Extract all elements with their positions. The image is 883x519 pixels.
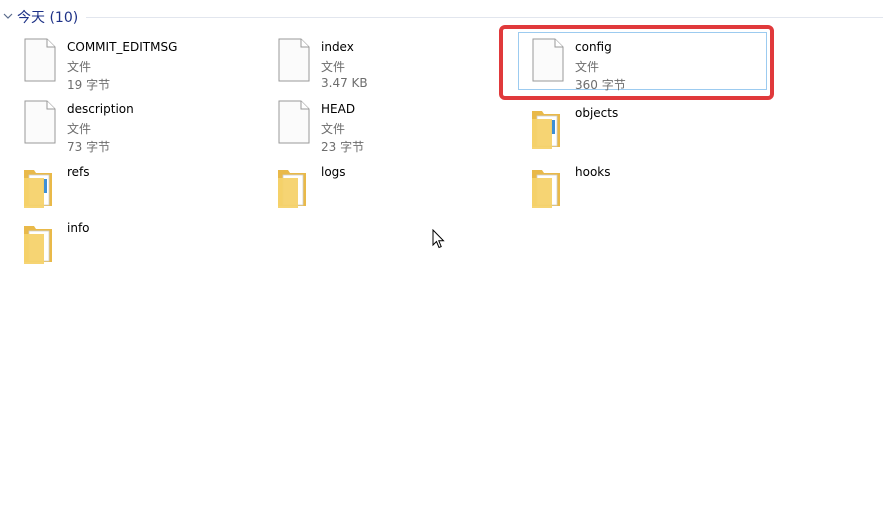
folder-name: hooks (575, 165, 611, 179)
file-name: HEAD (321, 102, 356, 116)
file-icon (532, 38, 564, 82)
file-item-head[interactable]: HEAD 文件 23 字节 (274, 97, 514, 155)
file-name: config (575, 40, 612, 54)
folder-icon (278, 170, 306, 208)
folder-item-objects[interactable]: objects (528, 105, 768, 163)
file-name: description (67, 102, 134, 116)
file-item-config[interactable]: config 文件 360 字节 (528, 35, 768, 93)
folder-item-refs[interactable]: refs (20, 164, 260, 222)
folder-name: logs (321, 165, 346, 179)
file-item-commit-editmsg[interactable]: COMMIT_EDITMSG 文件 19 字节 (20, 35, 260, 93)
file-type: 文件 (67, 60, 92, 74)
folder-name: refs (67, 165, 90, 179)
folder-icon (24, 226, 52, 264)
folder-item-logs[interactable]: logs (274, 164, 514, 222)
group-title: 今天 (10) (17, 10, 79, 26)
file-icon (278, 38, 310, 82)
folder-icon (532, 111, 560, 149)
file-size: 73 字节 (67, 140, 111, 154)
file-icon (24, 38, 56, 82)
file-size: 19 字节 (67, 78, 111, 92)
file-size: 3.47 KB (321, 76, 368, 90)
file-size: 360 字节 (575, 78, 626, 92)
folder-icon (532, 170, 560, 208)
file-size: 23 字节 (321, 140, 365, 154)
file-icon (24, 100, 56, 144)
folder-name: objects (575, 106, 619, 120)
file-type: 文件 (67, 122, 92, 136)
file-type: 文件 (575, 60, 600, 74)
group-divider (86, 17, 883, 18)
folder-item-hooks[interactable]: hooks (528, 164, 768, 222)
file-name: index (321, 40, 354, 54)
file-icon (278, 100, 310, 144)
folder-name: info (67, 221, 90, 235)
file-item-index[interactable]: index 文件 3.47 KB (274, 35, 514, 93)
chevron-down-icon[interactable] (2, 10, 14, 22)
folder-item-info[interactable]: info (20, 220, 260, 278)
file-name: COMMIT_EDITMSG (67, 40, 178, 54)
file-type: 文件 (321, 60, 346, 74)
file-type: 文件 (321, 122, 346, 136)
file-item-description[interactable]: description 文件 73 字节 (20, 97, 260, 155)
folder-icon (24, 170, 52, 208)
mouse-cursor-icon (432, 229, 445, 249)
